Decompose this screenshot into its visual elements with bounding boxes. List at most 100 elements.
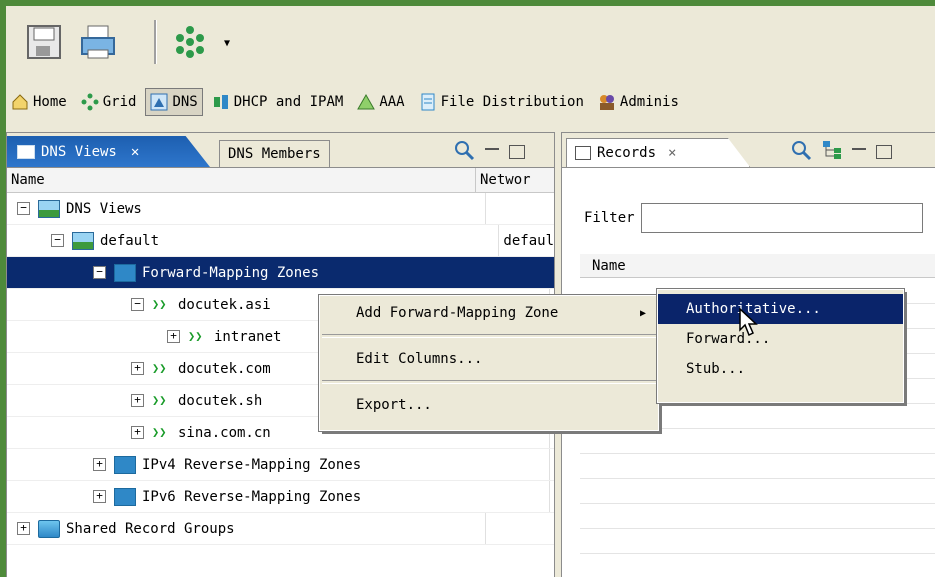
application-window: ▼ Home Grid DNS DHCP and IPAM AAA File D…: [6, 6, 935, 577]
admin-icon: [598, 93, 616, 111]
zone-icon: ❯❯: [152, 296, 167, 311]
tab-dns-views[interactable]: DNS Views ✕: [7, 136, 210, 167]
reverse-zone-icon: [114, 487, 136, 506]
collapse-toggle[interactable]: −: [17, 202, 30, 215]
tree-label: Shared Record Groups: [66, 520, 235, 537]
menu-item-export[interactable]: Export...: [320, 390, 658, 420]
perspective-home[interactable]: Home: [6, 88, 72, 116]
tree-row-selected[interactable]: − Forward-Mapping Zones: [7, 257, 554, 289]
perspective-label: DHCP and IPAM: [233, 94, 344, 110]
chevron-down-icon[interactable]: ▼: [224, 38, 230, 49]
print-icon[interactable]: [80, 24, 116, 60]
menu-item-add-forward-mapping-zone[interactable]: Add Forward-Mapping Zone ▶: [320, 298, 658, 328]
home-icon: [11, 93, 29, 111]
tree-column-header: Name Networ: [7, 168, 554, 193]
expand-toggle[interactable]: +: [93, 458, 106, 471]
minimize-icon[interactable]: [485, 148, 499, 150]
perspective-file-distribution[interactable]: File Distribution: [414, 88, 589, 116]
save-icon[interactable]: [26, 24, 62, 60]
perspective-label: DNS: [172, 94, 198, 110]
zone-icon: ❯❯: [152, 360, 167, 375]
expand-toggle[interactable]: +: [131, 426, 144, 439]
chevron-right-icon: ▶: [639, 307, 646, 319]
expand-toggle[interactable]: +: [167, 330, 180, 343]
perspective-label: File Distribution: [440, 94, 584, 110]
tree-row[interactable]: − DNS Views: [7, 193, 554, 225]
tab-dns-members[interactable]: DNS Members: [219, 140, 330, 167]
zone-icon: ❯❯: [152, 424, 167, 439]
tree-label: sina.com.cn: [178, 424, 271, 441]
expand-toggle[interactable]: +: [131, 394, 144, 407]
tree-row[interactable]: − default defaul: [7, 225, 554, 257]
menu-item-forward[interactable]: Forward...: [658, 324, 903, 354]
records-icon: [575, 146, 591, 160]
close-icon[interactable]: ⨯: [668, 145, 676, 161]
tree-label: IPv4 Reverse-Mapping Zones: [142, 456, 362, 473]
perspective-dns[interactable]: DNS: [145, 88, 203, 116]
view-icon: [72, 231, 94, 250]
tab-records[interactable]: Records ⨯: [566, 138, 750, 167]
menu-separator: [322, 380, 656, 384]
hierarchy-icon[interactable]: [822, 140, 842, 164]
list-item: [580, 429, 935, 454]
panel-header: DNS Views ✕ DNS Members: [7, 133, 554, 168]
perspective-aaa[interactable]: AAA: [352, 88, 409, 116]
tree-label: IPv6 Reverse-Mapping Zones: [142, 488, 362, 505]
tab-label: DNS Views: [41, 143, 117, 160]
grid-icon: [81, 93, 99, 111]
panel-actions: [790, 139, 892, 165]
tree-label: docutek.com: [178, 360, 271, 377]
maximize-icon[interactable]: [509, 145, 525, 159]
perspective-dhcp[interactable]: DHCP and IPAM: [207, 88, 349, 116]
mouse-cursor-icon: [739, 308, 758, 337]
column-name[interactable]: Name: [580, 254, 935, 278]
tree-label: DNS Views: [66, 200, 142, 217]
expand-toggle[interactable]: +: [131, 362, 144, 375]
view-icon: [17, 144, 35, 159]
tree-label: docutek.asi: [178, 296, 271, 313]
tree-row[interactable]: + IPv6 Reverse-Mapping Zones: [7, 481, 554, 513]
menu-item-label: Add Forward-Mapping Zone: [356, 305, 559, 321]
perspective-label: AAA: [379, 94, 405, 110]
close-icon[interactable]: ✕: [131, 144, 139, 160]
maximize-icon[interactable]: [876, 145, 892, 159]
menu-item-edit-columns[interactable]: Edit Columns...: [320, 344, 658, 374]
panel-actions: [453, 139, 525, 165]
menu-item-label: Export...: [356, 397, 432, 413]
tree-label: Forward-Mapping Zones: [142, 264, 320, 281]
menu-item-stub[interactable]: Stub...: [658, 354, 903, 384]
main-toolbar: ▼: [6, 6, 935, 82]
menu-item-authoritative[interactable]: Authoritative...: [658, 294, 903, 324]
perspective-label: Grid: [102, 94, 137, 110]
menu-item-label: Stub...: [686, 361, 746, 377]
collapse-toggle[interactable]: −: [51, 234, 64, 247]
perspective-administration[interactable]: Adminis: [593, 88, 684, 116]
tree-network: defaul: [503, 232, 554, 249]
column-network[interactable]: Networ: [476, 168, 554, 192]
submenu: Authoritative... Forward... Stub...: [656, 288, 905, 404]
zone-icon: ❯❯: [188, 328, 203, 343]
file-icon: [419, 93, 437, 111]
minimize-icon[interactable]: [852, 148, 866, 150]
list-item: [580, 479, 935, 504]
collapse-toggle[interactable]: −: [93, 266, 106, 279]
search-icon[interactable]: [790, 139, 812, 165]
filter-label: Filter: [584, 210, 635, 226]
reverse-zone-icon: [114, 455, 136, 474]
search-icon[interactable]: [453, 139, 475, 165]
expand-toggle[interactable]: +: [93, 490, 106, 503]
collapse-toggle[interactable]: −: [131, 298, 144, 311]
list-item: [580, 529, 935, 554]
grid-icon[interactable]: [170, 24, 206, 60]
tree-label: docutek.sh: [178, 392, 263, 409]
aaa-icon: [357, 93, 376, 111]
column-name[interactable]: Name: [7, 168, 476, 192]
tree-row[interactable]: + IPv4 Reverse-Mapping Zones: [7, 449, 554, 481]
perspective-bar: Home Grid DNS DHCP and IPAM AAA File Dis…: [6, 87, 935, 117]
tree-row[interactable]: + Shared Record Groups: [7, 513, 554, 545]
list-item: [580, 504, 935, 529]
expand-toggle[interactable]: +: [17, 522, 30, 535]
dns-icon: [150, 93, 168, 111]
filter-input[interactable]: [640, 203, 923, 233]
perspective-grid[interactable]: Grid: [76, 88, 142, 116]
